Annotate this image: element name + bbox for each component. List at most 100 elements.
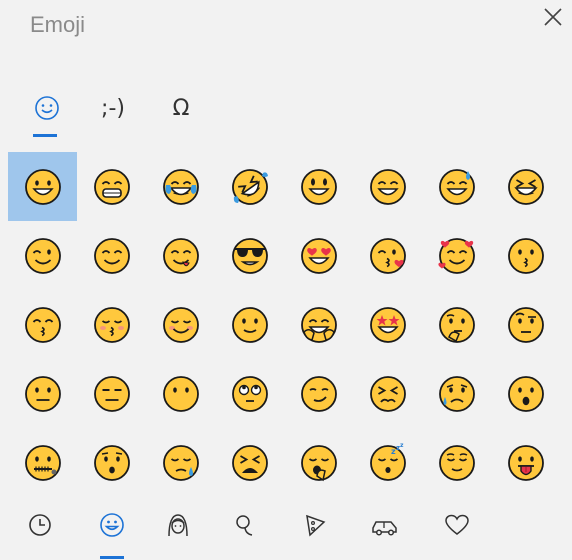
tears-of-joy-face-icon [162,168,199,205]
emoji-winking-face[interactable] [8,221,77,290]
emoji-face-rolling-eyes[interactable] [215,359,284,428]
emoji-yawning-face[interactable] [284,428,353,497]
emoji-kissing-heart-face[interactable] [353,221,422,290]
slightly-smiling-face-icon [231,306,268,343]
thinking-face-icon [438,306,475,343]
grinning-smiling-eyes-face-icon [369,168,406,205]
tab-symbols[interactable]: Ω [166,88,196,128]
smiling-face-icon [162,306,199,343]
emoji-rolling-laughing-face[interactable] [215,152,284,221]
emoji-relieved-face[interactable] [422,428,491,497]
emoji-hushed-face[interactable] [77,428,146,497]
tab-bar: ;-) Ω [0,78,572,138]
face-without-mouth-icon [162,375,199,412]
emoji-sunglasses-face[interactable] [215,221,284,290]
emoji-tired-face[interactable] [215,428,284,497]
star-struck-face-icon [369,306,406,343]
savoring-food-face-icon [162,237,199,274]
emoji-grid: zzz [8,152,560,497]
active-tab-indicator [33,134,57,137]
hushed-face-icon [93,444,130,481]
emoji-expressionless-face[interactable] [77,359,146,428]
smiley-category-icon[interactable] [97,510,127,540]
emoji-sad-relieved-face[interactable] [422,359,491,428]
active-category-indicator [100,556,124,559]
tab-kaomoji[interactable]: ;-) [93,88,133,128]
food-category-icon[interactable] [300,510,330,540]
kissing-heart-face-icon [369,237,406,274]
emoji-face-without-mouth[interactable] [146,359,215,428]
close-icon[interactable] [541,5,565,29]
emoji-tears-of-joy-face[interactable] [146,152,215,221]
sleepy-face-icon [162,444,199,481]
heart-eyes-face-icon [300,237,337,274]
zipper-mouth-face-icon [24,444,61,481]
sunglasses-face-icon [231,237,268,274]
emoji-beaming-face[interactable] [77,152,146,221]
category-bar [0,500,572,560]
nature-category-icon[interactable] [230,510,260,540]
emoji-kissing-face[interactable] [491,221,560,290]
emoji-face-raised-eyebrow[interactable] [491,290,560,359]
emoji-kissing-smiling-eyes-face[interactable] [8,290,77,359]
tired-face-icon [231,444,268,481]
emoji-face-open-mouth[interactable] [491,359,560,428]
emoji-star-struck-face[interactable] [353,290,422,359]
face-with-tongue-icon [507,444,544,481]
face-open-mouth-icon [507,375,544,412]
emoji-sleepy-face[interactable] [146,428,215,497]
relieved-face-icon [438,444,475,481]
emoji-neutral-face[interactable] [8,359,77,428]
emoji-savoring-food-face[interactable] [146,221,215,290]
persevering-face-icon [369,375,406,412]
smiling-eyes-face-icon [93,237,130,274]
kissing-face-icon [507,237,544,274]
emoji-smirking-face[interactable] [284,359,353,428]
emoji-grinning-face[interactable] [8,152,77,221]
emoji-face-with-tongue[interactable] [491,428,560,497]
emoji-sleeping-face[interactable]: zzz [353,428,422,497]
face-rolling-eyes-icon [231,375,268,412]
recent-icon[interactable] [25,510,55,540]
emoji-heart-eyes-face[interactable] [284,221,353,290]
emoji-panel: Emoji ;-) Ω zzz [0,0,572,560]
neutral-face-icon [24,375,61,412]
smiling-hearts-face-icon [437,237,475,274]
grinning-face-icon [24,168,61,205]
emoji-slightly-smiling-face[interactable] [215,290,284,359]
expressionless-face-icon [93,375,130,412]
face-raised-eyebrow-icon [507,306,544,343]
travel-category-icon[interactable] [370,510,400,540]
emoji-smiling-eyes-face[interactable] [77,221,146,290]
emoji-hugging-face[interactable] [284,290,353,359]
emoji-thinking-face[interactable] [422,290,491,359]
panel-title: Emoji [30,12,86,37]
emoji-smiling-face[interactable] [146,290,215,359]
kissing-closed-eyes-face-icon [93,306,130,343]
emoji-grinning-smiling-eyes-face[interactable] [353,152,422,221]
emoji-squinting-laughing-face[interactable] [491,152,560,221]
yawning-face-icon [300,444,337,481]
heart-category-icon[interactable] [442,510,472,540]
emoji-zipper-mouth-face[interactable] [8,428,77,497]
kissing-smiling-eyes-face-icon [24,306,61,343]
people-category-icon[interactable] [163,510,193,540]
sad-relieved-face-icon [438,375,475,412]
smiley-tab-icon [35,96,59,120]
emoji-grinning-big-eyes-face[interactable] [284,152,353,221]
emoji-grinning-sweat-face[interactable] [422,152,491,221]
svg-text:z: z [400,443,404,449]
emoji-kissing-closed-eyes-face[interactable] [77,290,146,359]
winking-face-icon [24,237,61,274]
emoji-persevering-face[interactable] [353,359,422,428]
grinning-sweat-face-icon [438,168,475,205]
emoji-smiling-hearts-face[interactable] [422,221,491,290]
hugging-face-icon [300,306,337,343]
grinning-big-eyes-face-icon [300,168,337,205]
sleeping-face-icon: zzz [369,443,406,481]
squinting-laughing-face-icon [507,168,544,205]
rolling-laughing-face-icon [231,168,268,205]
smirking-face-icon [300,375,337,412]
tab-emoji[interactable] [30,88,64,128]
beaming-face-icon [93,168,130,205]
